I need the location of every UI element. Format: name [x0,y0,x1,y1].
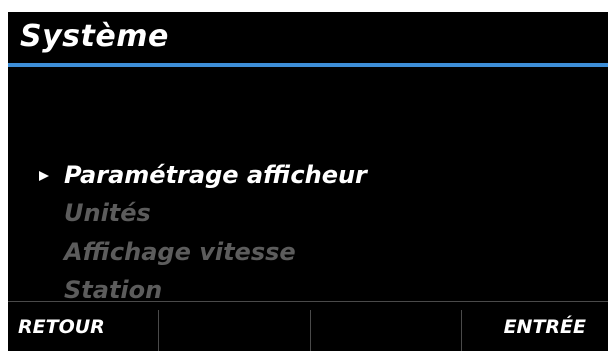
title-bar: Système [8,12,608,62]
triangle-right-icon [38,157,50,193]
page-title: Système [20,19,169,54]
menu-item-label: Unités [64,199,151,227]
softkey-2[interactable] [159,302,309,351]
back-softkey[interactable]: RETOUR [8,302,158,351]
menu-item-label: Station [64,276,163,302]
softkey-3[interactable] [310,302,460,351]
enter-softkey[interactable]: ENTRÉE [461,302,608,351]
menu-item-affichage-vitesse[interactable]: Affichage vitesse [64,234,296,270]
menu-list: Paramétrage afficheur Unités Affichage v… [8,154,608,302]
softkey-bar: RETOUR ENTRÉE [8,301,608,351]
menu-item-label: Paramétrage afficheur [64,161,367,189]
menu-item-label: Affichage vitesse [64,238,296,266]
menu-item-station[interactable]: Station [64,272,162,302]
device-screen: Système Paramétrage afficheur Unités Aff… [8,12,608,351]
menu-item-parametrage-afficheur[interactable]: Paramétrage afficheur [39,157,367,193]
title-divider [8,63,608,67]
menu-item-unites[interactable]: Unités [64,195,151,231]
